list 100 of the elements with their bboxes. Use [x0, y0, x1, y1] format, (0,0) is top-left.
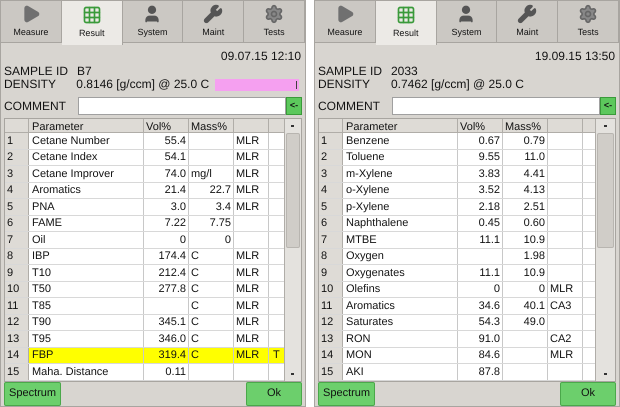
table-cell-text: 4.13 — [524, 183, 545, 198]
tab[interactable]: Maint — [497, 1, 558, 42]
insert-button[interactable]: <- — [286, 97, 302, 115]
table-cell-text: MLR — [236, 183, 260, 198]
row-number: 14 — [5, 348, 29, 363]
table-cell-text: 3.4 — [216, 200, 231, 214]
tab[interactable]: Tests — [558, 1, 619, 42]
table-row[interactable]: 14 MON 84.6 MLR — [319, 348, 595, 364]
table-row[interactable]: 4 o-Xylene 3.52 4.13 — [319, 182, 595, 199]
table-row[interactable]: 11 T85 C MLR — [5, 298, 284, 314]
row-number: 8 — [319, 248, 343, 264]
scrollbar[interactable] — [595, 119, 615, 380]
sample-id-label: SAMPLE ID — [318, 65, 384, 78]
table-cell-text: MON — [345, 348, 373, 363]
row-number: 10 — [5, 282, 29, 297]
ok-button[interactable]: Ok — [246, 382, 302, 406]
table-row[interactable]: 6 Naphthalene 0.45 0.60 — [319, 216, 595, 232]
table-row[interactable]: 5 p-Xylene 2.18 2.51 — [319, 199, 595, 216]
wrench-icon — [203, 4, 224, 24]
density-value: 0.8146 [g/ccm] @ 25.0 C — [76, 78, 210, 91]
table-row[interactable]: 7 Oil 0 0 — [5, 232, 284, 248]
table-cell-text: 11.0 — [524, 150, 545, 165]
table-cell-text: 55.4 — [164, 134, 186, 148]
table-cell-text: 0 — [180, 232, 186, 248]
table-cell-text: MLR — [236, 266, 260, 280]
wrench-icon — [517, 4, 538, 24]
table-row[interactable]: 3 Cetane Improver 74.0 mg/l MLR — [5, 166, 284, 182]
table-row[interactable]: 1 Cetane Number 55.4 MLR — [5, 133, 284, 150]
table-cell-text: FAME — [31, 216, 63, 231]
comment-field[interactable] — [78, 97, 286, 115]
table-cell-text: MLR — [236, 282, 260, 297]
tab[interactable]: Result — [62, 1, 123, 45]
table-row[interactable]: 5 PNA 3.0 3.4 MLR — [5, 199, 284, 216]
table-row[interactable]: 9 T10 212.4 C MLR — [5, 265, 284, 282]
scrollbar[interactable] — [284, 119, 301, 380]
table-cell-text: Oil — [31, 232, 46, 248]
tab[interactable]: System — [436, 1, 498, 42]
table-row[interactable]: 9 Oxygenates 11.1 10.9 — [319, 265, 595, 282]
table-cell-text: T10 — [31, 266, 52, 280]
spectrum-button[interactable]: Spectrum — [318, 382, 376, 406]
table-row[interactable]: 10 T50 277.8 C MLR — [5, 282, 284, 298]
table-cell-text: Toluene — [345, 150, 386, 165]
table-cell-text: 346.0 — [158, 332, 186, 346]
table-row[interactable]: 10 Olefins 0 0 MLR — [319, 282, 595, 298]
table-cell-text: 3.52 — [478, 183, 500, 198]
table-row[interactable]: 2 Toluene 9.55 11.0 — [319, 150, 595, 166]
table-cell-text: 1.98 — [524, 249, 545, 264]
table-row[interactable]: 12 T90 345.1 C MLR — [5, 314, 284, 331]
table-row[interactable]: 3 m-Xylene 3.83 4.41 — [319, 166, 595, 182]
spectrum-button[interactable]: Spectrum — [4, 382, 62, 406]
table-row[interactable]: 1 Benzene 0.67 0.79 — [319, 133, 595, 150]
row-number: 2 — [319, 150, 343, 165]
table-cell-text: T85 — [31, 298, 52, 314]
table-cell-text: 74.0 — [164, 166, 186, 182]
ok-button[interactable]: Ok — [560, 382, 616, 406]
table-row[interactable]: 8 IBP 174.4 C MLR — [5, 248, 284, 265]
table-cell-text: 2.18 — [478, 200, 500, 214]
table-cell-text: 10.9 — [524, 232, 545, 248]
table-cell-text: 7.22 — [164, 216, 186, 231]
table-cell-text: Cetane Number — [31, 134, 111, 148]
table-row[interactable]: 12 Saturates 54.3 49.0 — [319, 314, 595, 331]
table-row[interactable]: 6 FAME 7.22 7.75 — [5, 216, 284, 232]
table-row[interactable]: 4 Aromatics 21.4 22.7 MLR — [5, 182, 284, 199]
table-row[interactable]: 13 RON 91.0 CA2 — [319, 331, 595, 348]
table-cell-text: MLR — [236, 134, 260, 148]
row-number: 11 — [5, 298, 29, 314]
density-label: DENSITY — [318, 78, 372, 91]
density-value: 0.7462 [g/ccm] @ 25.0 C — [391, 78, 525, 91]
table-row[interactable]: 2 Cetane Index 54.1 MLR — [5, 150, 284, 166]
tab[interactable]: System — [122, 1, 184, 42]
table-row[interactable]: 15 AKI 87.8 — [319, 364, 595, 380]
table-row[interactable]: 8 Oxygen 1.98 — [319, 248, 595, 265]
table-cell-text: T95 — [31, 332, 52, 346]
insert-button[interactable]: <- — [600, 97, 616, 115]
comment-field[interactable] — [392, 97, 600, 115]
tab[interactable]: Measure — [1, 1, 62, 42]
table-row[interactable]: 15 Maha. Distance 0.11 — [5, 364, 284, 380]
column-header: Vol% — [144, 119, 189, 132]
row-number: 3 — [5, 166, 29, 182]
table-cell-text: IBP — [31, 249, 51, 264]
table-row[interactable]: 11 Aromatics 34.6 40.1 CA3 — [319, 298, 595, 314]
table-cell-text: Oxygen — [345, 249, 385, 264]
table-cell-text: 91.0 — [478, 332, 500, 346]
sample-id-label: SAMPLE ID — [4, 65, 70, 78]
row-number: 5 — [319, 199, 343, 214]
table-cell-text: CA3 — [550, 298, 572, 314]
tab[interactable]: Maint — [183, 1, 244, 42]
tab[interactable]: Result — [376, 1, 437, 45]
tab[interactable]: Tests — [244, 1, 305, 42]
grid-icon — [396, 5, 416, 26]
row-number: 6 — [5, 216, 29, 231]
table-row[interactable]: 13 T95 346.0 C MLR — [5, 331, 284, 348]
tab[interactable]: Measure — [315, 1, 376, 42]
table-cell-text: Naphthalene — [345, 216, 410, 231]
table-cell-text: Cetane Improver — [31, 166, 115, 182]
table-cell-text: C — [191, 315, 199, 330]
table-row[interactable]: 7 MTBE 11.1 10.9 — [319, 232, 595, 248]
table-row[interactable]: 14 FBP 319.4 C MLR T — [5, 348, 284, 364]
density-label: DENSITY — [4, 78, 58, 91]
table-cell-text: 174.4 — [158, 249, 186, 264]
